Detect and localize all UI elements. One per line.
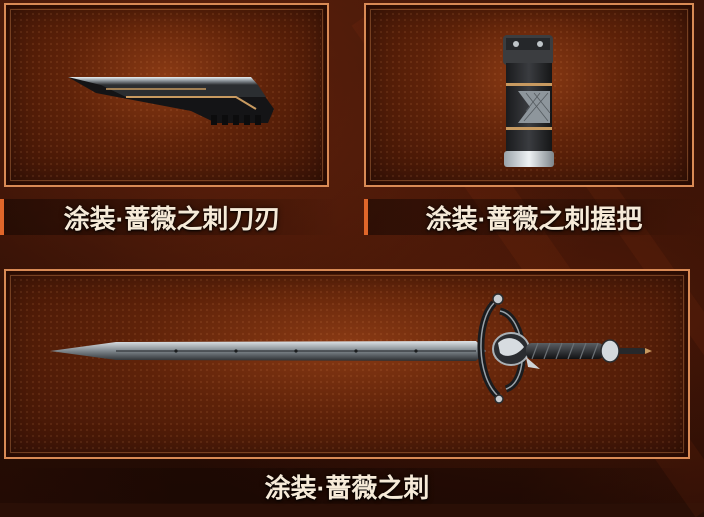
item-card-blade[interactable]	[4, 3, 329, 187]
item-label-sword: 涂装·蔷薇之刺	[4, 468, 690, 504]
blade-part-icon	[68, 77, 274, 125]
item-name: 涂装·蔷薇之刺	[264, 472, 430, 503]
item-name: 涂装·蔷薇之刺刀刃	[63, 203, 281, 234]
item-name: 涂装·蔷薇之刺握把	[425, 203, 643, 234]
item-card-grip[interactable]	[364, 3, 694, 187]
grip-part-icon	[503, 35, 554, 167]
sword-icon	[50, 293, 652, 404]
item-label-grip: 涂装·蔷薇之刺握把	[364, 199, 700, 235]
item-label-blade: 涂装·蔷薇之刺刀刃	[0, 199, 340, 235]
item-card-sword[interactable]	[4, 269, 690, 459]
